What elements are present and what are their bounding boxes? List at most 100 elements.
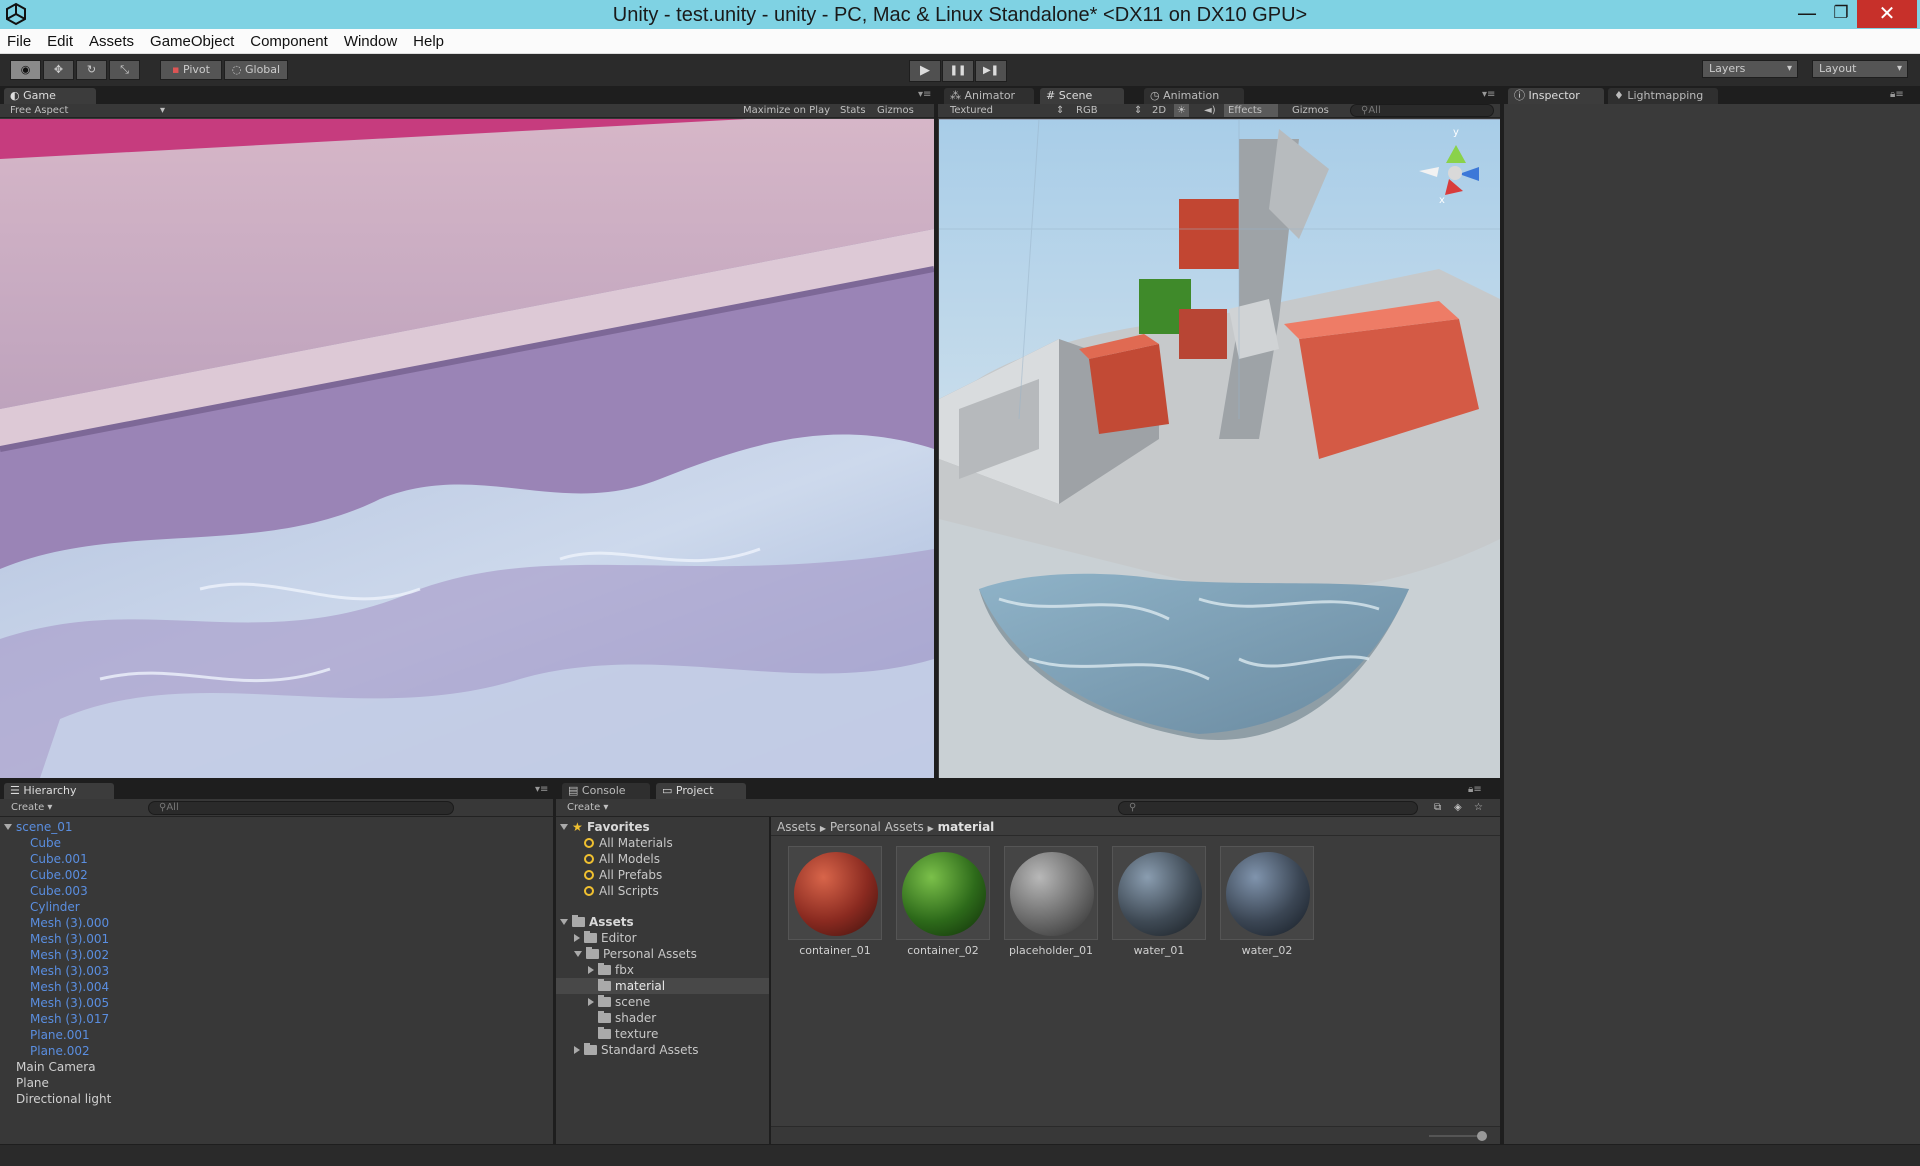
tab-animator[interactable]: ⁂ Animator: [944, 88, 1034, 104]
tab-inspector[interactable]: ⓘ Inspector: [1508, 88, 1604, 104]
hierarchy-item[interactable]: Cube: [30, 835, 61, 851]
game-viewport[interactable]: [0, 119, 934, 778]
play-button[interactable]: ▶: [909, 60, 941, 82]
close-button[interactable]: ✕: [1857, 0, 1917, 28]
hierarchy-item[interactable]: Mesh (3).005: [30, 995, 109, 1011]
menu-help[interactable]: Help: [406, 29, 453, 54]
tree-folder-standard-assets[interactable]: Standard Assets: [574, 1042, 698, 1058]
layers-dropdown[interactable]: Layers: [1702, 60, 1798, 78]
tree-folder-texture[interactable]: texture: [598, 1026, 658, 1042]
tree-folder-scene[interactable]: scene: [588, 994, 650, 1010]
favorite-item[interactable]: All Prefabs: [584, 867, 662, 883]
hierarchy-item[interactable]: Plane.001: [30, 1027, 90, 1043]
global-toggle[interactable]: ◌ Global: [224, 60, 288, 80]
hierarchy-item[interactable]: Cylinder: [30, 899, 80, 915]
breadcrumb-material[interactable]: material: [938, 820, 995, 834]
tab-scene[interactable]: # Scene: [1040, 88, 1124, 104]
hierarchy-scene-root[interactable]: scene_01: [4, 819, 73, 835]
2d-toggle[interactable]: 2D: [1152, 104, 1166, 117]
asset-container-02[interactable]: container_02: [896, 846, 990, 957]
step-button[interactable]: ▶❚: [975, 60, 1007, 82]
favorite-star-icon[interactable]: ☆: [1474, 801, 1483, 814]
hand-tool-button[interactable]: ◉: [10, 60, 41, 80]
asset-placeholder-01[interactable]: placeholder_01: [1004, 846, 1098, 957]
hierarchy-item[interactable]: Mesh (3).001: [30, 931, 109, 947]
pause-button[interactable]: ❚❚: [942, 60, 974, 82]
tab-animation[interactable]: ◷ Animation: [1144, 88, 1244, 104]
asset-container-01[interactable]: container_01: [788, 846, 882, 957]
audio-toggle-icon[interactable]: ◄): [1204, 104, 1216, 117]
vertical-divider[interactable]: [934, 86, 938, 780]
filter-by-type-icon[interactable]: ⧉: [1434, 801, 1441, 814]
breadcrumb-personal-assets[interactable]: Personal Assets: [830, 820, 924, 834]
hierarchy-item[interactable]: Plane: [16, 1075, 49, 1091]
shading-dropdown[interactable]: Textured: [950, 104, 993, 117]
scene-viewport[interactable]: y x: [939, 119, 1500, 778]
tab-lightmapping[interactable]: ♦ Lightmapping: [1608, 88, 1718, 104]
hierarchy-item[interactable]: Mesh (3).000: [30, 915, 109, 931]
hierarchy-create-dropdown[interactable]: Create ▾: [11, 801, 52, 814]
hierarchy-item[interactable]: Cube.003: [30, 883, 88, 899]
minimize-button[interactable]: —: [1788, 0, 1826, 28]
slider-handle[interactable]: [1477, 1131, 1487, 1141]
hierarchy-item[interactable]: Mesh (3).002: [30, 947, 109, 963]
hierarchy-item[interactable]: Mesh (3).003: [30, 963, 109, 979]
rotate-tool-button[interactable]: ↻: [76, 60, 107, 80]
panel-menu-icon[interactable]: ▾≡: [918, 89, 931, 100]
tab-project[interactable]: ▭ Project: [656, 783, 746, 799]
menu-gameobject[interactable]: GameObject: [143, 29, 243, 54]
tree-folder-fbx[interactable]: fbx: [588, 962, 634, 978]
move-tool-button[interactable]: ✥: [43, 60, 74, 80]
hierarchy-item[interactable]: Cube.001: [30, 851, 88, 867]
maximize-on-play-toggle[interactable]: Maximize on Play: [743, 104, 830, 117]
tab-game[interactable]: ◐ Game: [4, 88, 96, 104]
tree-folder-personal-assets[interactable]: Personal Assets: [574, 946, 697, 962]
hierarchy-item[interactable]: Main Camera: [16, 1059, 96, 1075]
gizmos-toggle[interactable]: Gizmos: [877, 104, 914, 117]
project-lock-icon[interactable]: 🔒︎≡: [1468, 784, 1482, 795]
inspector-lock-icon[interactable]: 🔒︎≡: [1890, 89, 1904, 100]
render-mode-dropdown[interactable]: RGB: [1076, 104, 1098, 117]
tree-folder-material-selected[interactable]: material: [556, 978, 769, 994]
hierarchy-menu-icon[interactable]: ▾≡: [535, 784, 548, 795]
project-create-dropdown[interactable]: Create ▾: [567, 801, 608, 814]
breadcrumb-assets[interactable]: Assets: [777, 820, 816, 834]
favorite-item[interactable]: All Models: [584, 851, 660, 867]
scale-tool-button[interactable]: ⤡: [109, 60, 140, 80]
tree-folder-shader[interactable]: shader: [598, 1010, 656, 1026]
hierarchy-item[interactable]: Directional light: [16, 1091, 111, 1107]
menu-component[interactable]: Component: [243, 29, 337, 54]
lighting-toggle-icon[interactable]: ☀: [1174, 104, 1189, 117]
menu-edit[interactable]: Edit: [40, 29, 82, 54]
hierarchy-item[interactable]: Cube.002: [30, 867, 88, 883]
hierarchy-item[interactable]: Mesh (3).017: [30, 1011, 109, 1027]
asset-water-02[interactable]: water_02: [1220, 846, 1314, 957]
scene-gizmos-dropdown[interactable]: Gizmos: [1292, 104, 1329, 117]
aspect-dropdown[interactable]: Free Aspect: [10, 104, 68, 117]
hierarchy-item[interactable]: Plane.002: [30, 1043, 90, 1059]
favorites-header[interactable]: ★ Favorites: [560, 819, 650, 835]
hierarchy-search-input[interactable]: ⚲All: [148, 801, 454, 815]
filter-by-label-icon[interactable]: ◈: [1454, 801, 1462, 814]
project-search-input[interactable]: ⚲: [1118, 801, 1418, 815]
maximize-button[interactable]: ❐: [1822, 0, 1860, 28]
favorite-item[interactable]: All Scripts: [584, 883, 659, 899]
tab-console[interactable]: ▤ Console: [562, 783, 650, 799]
menu-assets[interactable]: Assets: [82, 29, 143, 54]
scene-panel-menu-icon[interactable]: ▾≡: [1482, 89, 1495, 100]
stats-toggle[interactable]: Stats: [840, 104, 866, 117]
assets-expand-icon: [560, 919, 568, 925]
effects-dropdown[interactable]: Effects: [1224, 104, 1278, 117]
pivot-toggle[interactable]: ▪ Pivot: [160, 60, 222, 80]
layout-dropdown[interactable]: Layout: [1812, 60, 1908, 78]
menu-file[interactable]: File: [0, 29, 40, 54]
tab-hierarchy[interactable]: ☰ Hierarchy: [4, 783, 114, 799]
hierarchy-item[interactable]: Mesh (3).004: [30, 979, 109, 995]
tree-folder-editor[interactable]: Editor: [574, 930, 637, 946]
menu-window[interactable]: Window: [337, 29, 406, 54]
favorite-item[interactable]: All Materials: [584, 835, 673, 851]
scene-search-input[interactable]: ⚲All: [1350, 104, 1494, 117]
assets-header[interactable]: Assets: [560, 914, 634, 930]
asset-water-01[interactable]: water_01: [1112, 846, 1206, 957]
project-tree: ★ Favorites All Materials All Models All…: [556, 817, 769, 1144]
